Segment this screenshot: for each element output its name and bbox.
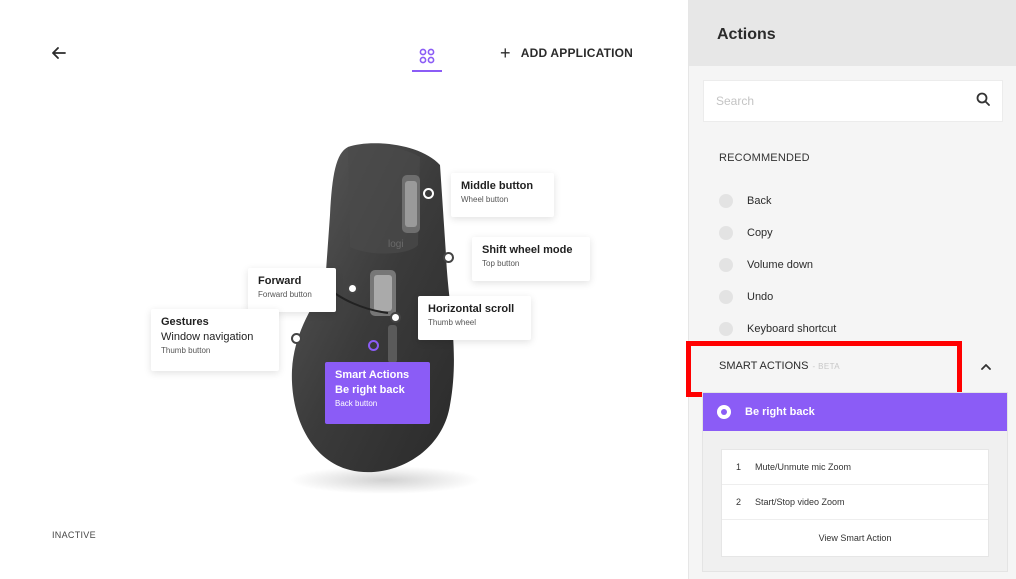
action-label: Volume down xyxy=(747,259,814,271)
action-label: Keyboard shortcut xyxy=(747,323,837,335)
callout-sub: Wheel button xyxy=(461,195,509,204)
add-application-label: ADD APPLICATION xyxy=(520,46,634,60)
action-item-keyboard-shortcut[interactable]: Keyboard shortcut xyxy=(719,313,999,345)
radio-button[interactable] xyxy=(719,322,733,336)
action-item-back[interactable]: Back xyxy=(719,185,999,217)
smart-action-label: Be right back xyxy=(745,406,815,418)
svg-text:logi: logi xyxy=(388,239,404,250)
search-box xyxy=(703,80,1003,122)
shift-wheel-hotspot[interactable] xyxy=(443,252,454,263)
action-label: Back xyxy=(747,195,772,207)
callout-title: Forward xyxy=(258,275,302,287)
add-application-button[interactable]: + ADD APPLICATION xyxy=(500,44,633,62)
action-item-undo[interactable]: Undo xyxy=(719,281,999,313)
view-smart-action-link[interactable]: View Smart Action xyxy=(722,520,988,556)
chevron-up-icon[interactable] xyxy=(981,358,991,376)
callout-sub: Top button xyxy=(482,259,520,268)
callout-title: Middle button xyxy=(461,180,534,192)
step-label: Mute/Unmute mic Zoom xyxy=(755,462,852,472)
gestures-hotspot[interactable] xyxy=(291,333,302,344)
radio-selected[interactable] xyxy=(717,405,731,419)
radio-button[interactable] xyxy=(719,290,733,304)
callout-sub: Thumb wheel xyxy=(428,318,477,327)
smart-actions-header[interactable]: SMART ACTIONS - BETA xyxy=(703,346,1009,386)
beta-badge: - BETA xyxy=(812,361,841,371)
callout-sub: Forward button xyxy=(258,290,312,299)
search-input[interactable] xyxy=(716,94,976,108)
callout-title: Gestures xyxy=(161,316,209,328)
recommended-heading: RECOMMENDED xyxy=(719,152,810,164)
panel-title: Actions xyxy=(689,0,1016,66)
radio-button[interactable] xyxy=(719,226,733,240)
callout-mapping: Be right back xyxy=(335,384,405,396)
smart-action-steps: 1 Mute/Unmute mic Zoom 2 Start/Stop vide… xyxy=(721,449,989,557)
callout-title: Shift wheel mode xyxy=(482,244,573,256)
device-view: + ADD APPLICATION logi Middle button Whe… xyxy=(0,0,688,579)
action-item-volume-down[interactable]: Volume down xyxy=(719,249,999,281)
recommended-list: Back Copy Volume down Undo Keyboard shor… xyxy=(719,185,999,345)
gestures-callout[interactable]: Gestures Window navigation Thumb button xyxy=(151,309,279,371)
devices-grid-icon[interactable] xyxy=(412,42,442,72)
back-arrow-icon[interactable] xyxy=(48,42,70,64)
shift-wheel-callout[interactable]: Shift wheel mode Top button xyxy=(472,237,590,281)
callout-title: Horizontal scroll xyxy=(428,303,515,315)
smart-action-card: Be right back 1 Mute/Unmute mic Zoom 2 S… xyxy=(702,392,1008,572)
action-label: Copy xyxy=(747,227,773,239)
smart-actions-callout[interactable]: Smart Actions Be right back Back button xyxy=(325,362,430,424)
callout-sub: Thumb button xyxy=(161,346,211,355)
forward-callout[interactable]: Forward Forward button xyxy=(248,268,336,312)
action-item-copy[interactable]: Copy xyxy=(719,217,999,249)
action-label: Undo xyxy=(747,291,774,303)
step-number: 2 xyxy=(736,497,742,507)
forward-hotspot[interactable] xyxy=(347,283,358,294)
horizontal-scroll-hotspot[interactable] xyxy=(390,312,401,323)
smart-actions-hotspot[interactable] xyxy=(368,340,379,351)
callout-mapping: Window navigation xyxy=(161,331,254,343)
smart-actions-heading: SMART ACTIONS xyxy=(719,360,809,372)
horizontal-scroll-callout[interactable]: Horizontal scroll Thumb wheel xyxy=(418,296,531,340)
step-number: 1 xyxy=(736,462,742,472)
radio-button[interactable] xyxy=(719,194,733,208)
smart-action-selected[interactable]: Be right back xyxy=(703,393,1007,431)
step-item: 1 Mute/Unmute mic Zoom xyxy=(722,450,988,485)
step-item: 2 Start/Stop video Zoom xyxy=(722,485,988,520)
plus-icon: + xyxy=(500,43,511,63)
callout-sub: Back button xyxy=(335,399,378,408)
search-icon[interactable] xyxy=(976,92,990,111)
radio-button[interactable] xyxy=(719,258,733,272)
callout-title: Smart Actions xyxy=(335,369,410,381)
status-badge: INACTIVE xyxy=(52,530,96,540)
middle-button-callout[interactable]: Middle button Wheel button xyxy=(451,173,554,217)
middle-button-hotspot[interactable] xyxy=(423,188,434,199)
step-label: Start/Stop video Zoom xyxy=(755,497,845,507)
